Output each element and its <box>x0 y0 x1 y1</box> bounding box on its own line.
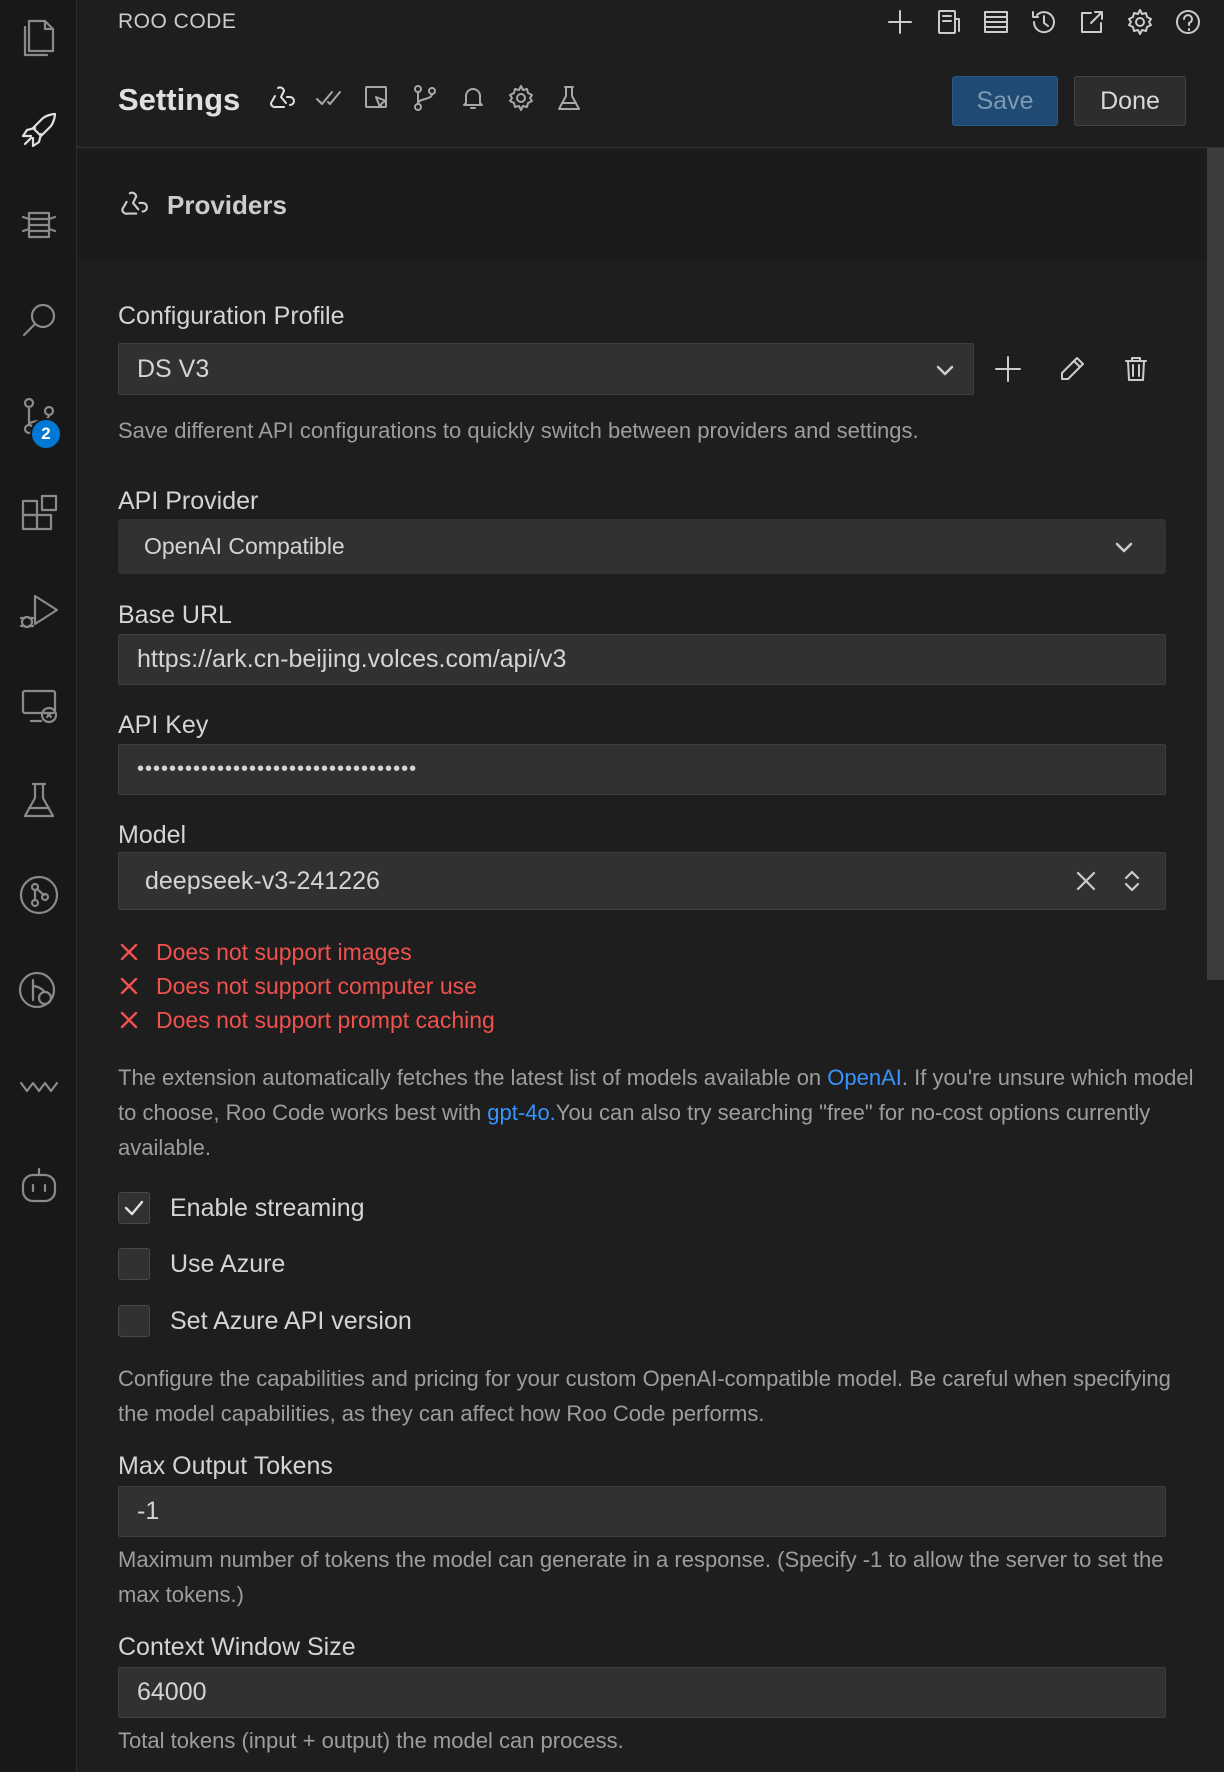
wave-icon[interactable] <box>0 1050 77 1120</box>
chevron-down-icon <box>1115 542 1133 553</box>
notifications-icon[interactable] <box>455 80 491 116</box>
settings-header: Settings Save Done <box>77 60 1224 148</box>
checkbox-label: Use Azure <box>170 1249 286 1278</box>
settings-icon[interactable] <box>1122 4 1158 40</box>
x-icon <box>120 943 138 961</box>
model-capabilities: Does not support images Does not support… <box>118 935 495 1037</box>
robot-icon[interactable] <box>0 1150 77 1220</box>
files-icon[interactable] <box>0 0 77 70</box>
providers-icon[interactable] <box>263 80 299 116</box>
source-control-badge: 2 <box>30 418 62 450</box>
config-profile-label: Configuration Profile <box>118 302 345 330</box>
rename-profile-button[interactable] <box>1051 348 1093 390</box>
browser-icon[interactable] <box>359 80 395 116</box>
done-button[interactable]: Done <box>1074 76 1186 126</box>
model-label: Model <box>118 821 187 849</box>
settings-title: Settings <box>118 82 241 117</box>
popout-icon[interactable] <box>1074 4 1110 40</box>
api-key-value: ••••••••••••••••••••••••••••••••••• <box>137 758 418 780</box>
settings-panel: ROO CODE Settings Save Done Providers Co… <box>77 0 1224 1772</box>
rocket-icon[interactable] <box>0 95 77 165</box>
extensions-icon[interactable] <box>0 480 77 550</box>
new-task-icon[interactable] <box>882 4 918 40</box>
prompts-icon[interactable] <box>978 4 1014 40</box>
api-provider-label: API Provider <box>118 487 259 515</box>
top-actions <box>882 4 1206 40</box>
run-debug-icon[interactable] <box>0 575 77 645</box>
config-profile-value: DS V3 <box>137 354 210 383</box>
context-window-input[interactable]: 64000 <box>118 1667 1166 1718</box>
git-graph-icon[interactable] <box>0 860 77 930</box>
model-combobox[interactable]: deepseek-v3-241226 <box>118 852 1166 910</box>
api-key-label: API Key <box>118 711 209 739</box>
checkbox[interactable] <box>118 1248 150 1280</box>
remote-explorer-icon[interactable] <box>0 670 77 740</box>
checkbox-label: Enable streaming <box>170 1193 365 1222</box>
activity-bar: 2 <box>0 0 77 1772</box>
azure-api-version-checkbox[interactable]: Set Azure API version <box>118 1305 412 1337</box>
max-output-tokens-help: Maximum number of tokens the model can g… <box>118 1547 1164 1607</box>
max-output-tokens-label: Max Output Tokens <box>118 1452 333 1480</box>
max-output-tokens-value: -1 <box>137 1497 160 1525</box>
testing-icon[interactable] <box>0 765 77 835</box>
api-provider-value: OpenAI Compatible <box>144 533 345 559</box>
profile-actions <box>987 348 1157 390</box>
checkbox[interactable] <box>118 1192 150 1224</box>
capability-item: Does not support prompt caching <box>118 1003 495 1037</box>
base-url-input[interactable]: https://ark.cn-beijing.volces.com/api/v3 <box>118 634 1166 685</box>
base-url-value: https://ark.cn-beijing.volces.com/api/v3 <box>137 645 567 673</box>
capabilities-help: Configure the capabilities and pricing f… <box>118 1366 1171 1426</box>
scrollbar[interactable] <box>1207 148 1224 980</box>
mcp-servers-icon[interactable] <box>930 4 966 40</box>
checkbox-label: Set Azure API version <box>170 1306 412 1335</box>
advanced-icon[interactable] <box>503 80 539 116</box>
capability-item: Does not support computer use <box>118 969 495 1003</box>
section-title: Providers <box>167 190 287 220</box>
providers-section-icon <box>121 191 148 215</box>
x-icon <box>120 977 138 995</box>
trash-icon <box>1125 357 1147 381</box>
plus-icon <box>995 356 1021 382</box>
x-icon <box>120 1011 138 1029</box>
model-value: deepseek-v3-241226 <box>145 866 380 895</box>
pencil-icon <box>1061 357 1084 380</box>
experimental-icon[interactable] <box>551 80 587 116</box>
gpt-4o-link[interactable]: gpt-4o. <box>487 1100 556 1125</box>
api-provider-select[interactable]: OpenAI Compatible <box>118 519 1166 574</box>
use-azure-checkbox[interactable]: Use Azure <box>118 1248 285 1280</box>
capability-item: Does not support images <box>118 935 495 969</box>
enable-streaming-checkbox[interactable]: Enable streaming <box>118 1192 365 1224</box>
checkpoints-icon[interactable] <box>407 80 443 116</box>
max-output-tokens-input[interactable]: -1 <box>118 1486 1166 1537</box>
help-icon[interactable] <box>1170 4 1206 40</box>
base-url-label: Base URL <box>118 601 232 629</box>
context-window-label: Context Window Size <box>118 1633 356 1661</box>
context-window-help: Total tokens (input + output) the model … <box>118 1728 624 1753</box>
app-title: ROO CODE <box>118 10 237 33</box>
search-icon[interactable] <box>0 285 77 355</box>
auto-approve-icon[interactable] <box>311 80 347 116</box>
config-profile-select[interactable]: DS V3 <box>118 343 974 395</box>
check-icon <box>124 1200 144 1216</box>
history-icon[interactable] <box>1026 4 1062 40</box>
chevron-down-icon <box>936 365 954 376</box>
checkbox[interactable] <box>118 1305 150 1337</box>
model-help-text: The extension automatically fetches the … <box>118 1065 1194 1160</box>
api-key-input[interactable]: ••••••••••••••••••••••••••••••••••• <box>118 744 1166 795</box>
config-profile-help: Save different API configurations to qui… <box>118 418 919 443</box>
extension-stack-icon[interactable] <box>0 190 77 260</box>
clear-icon[interactable] <box>1071 866 1101 896</box>
save-button[interactable]: Save <box>952 76 1058 126</box>
source-control-icon[interactable]: 2 <box>0 380 77 450</box>
top-bar: ROO CODE <box>77 0 1224 42</box>
context-window-value: 64000 <box>137 1678 207 1706</box>
chevron-updown-icon[interactable] <box>1117 866 1147 896</box>
settings-tabs <box>263 80 587 116</box>
providers-section-header: Providers <box>77 148 1207 260</box>
add-profile-button[interactable] <box>987 348 1029 390</box>
delete-profile-button[interactable] <box>1115 348 1157 390</box>
git-lens-icon[interactable] <box>0 955 77 1025</box>
openai-link[interactable]: OpenAI <box>827 1065 902 1090</box>
